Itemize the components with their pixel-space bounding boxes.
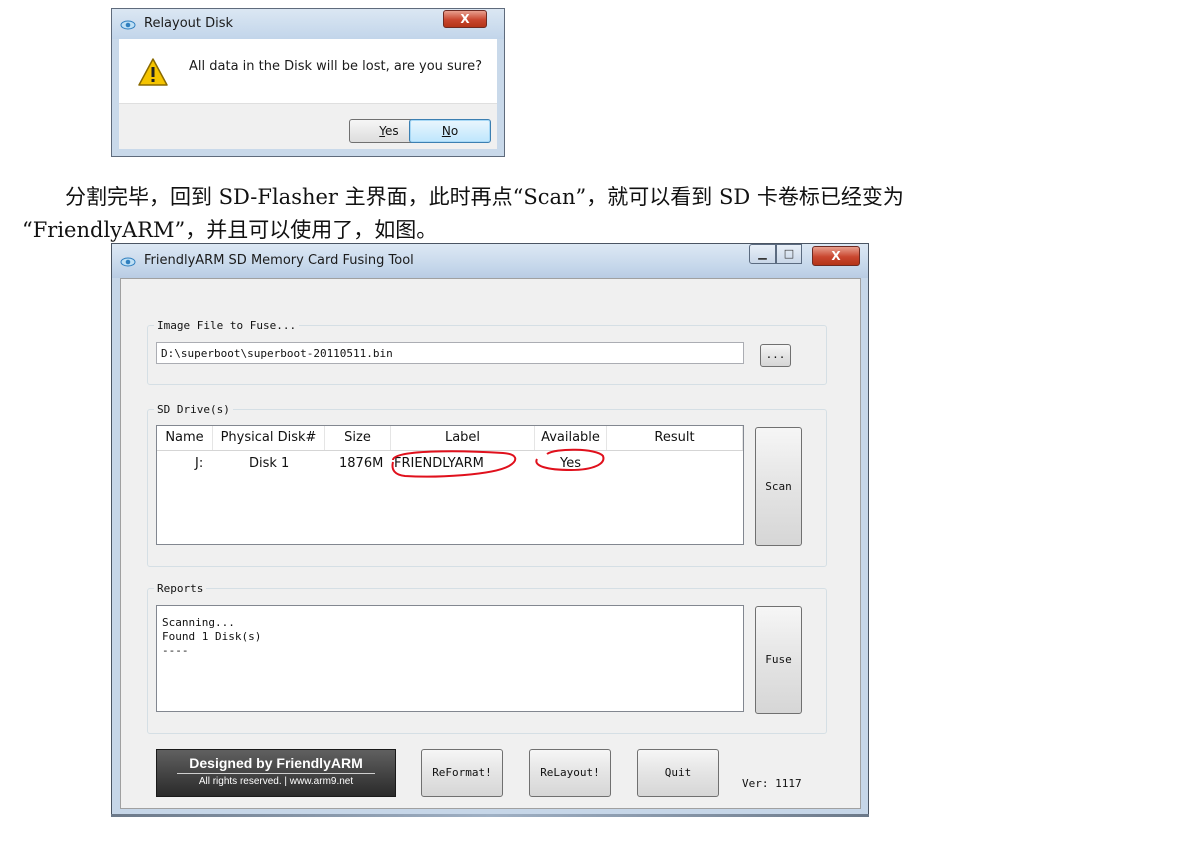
drives-list[interactable]: Name Physical Disk# Size Label Available… [156,425,744,545]
fuse-button[interactable]: Fuse [755,606,802,714]
dialog-button-bar: Yes No [119,103,497,149]
browse-button[interactable]: ... [760,344,791,367]
label-circle-mark [391,450,517,478]
window-close-button[interactable]: X [812,246,860,266]
window-client-area: Image File to Fuse... D:\superboot\super… [120,278,861,809]
warning-icon [137,57,169,87]
minimize-icon: ▁ [758,247,767,260]
quit-button[interactable]: Quit [637,749,719,797]
friendlyarm-banner-logo: Designed by FriendlyARM All rights reser… [156,749,396,797]
banner-title: Designed by FriendlyARM [189,755,363,771]
relayout-button[interactable]: ReLayout! [529,749,611,797]
image-file-legend: Image File to Fuse... [157,319,297,332]
window-shadow-strip [111,814,869,817]
reports-textbox[interactable]: Scanning... Found 1 Disk(s) ---- [156,605,744,712]
relayout-confirm-dialog: Relayout Disk X All data in the Disk wil… [111,8,505,157]
description-line-1: 分割完毕，回到 SD-Flasher 主界面，此时再点“Scan”，就可以看到 … [65,185,904,209]
eye-icon [120,17,136,33]
hand-drawn-annotation [391,448,605,478]
maximize-icon: □ [783,247,795,260]
dialog-titlebar: Relayout Disk X [112,9,504,39]
minimize-button[interactable]: ▁ [749,244,776,264]
available-circle-mark [535,448,605,472]
image-path-input[interactable]: D:\superboot\superboot-20110511.bin [156,342,744,364]
fusing-tool-window: FriendlyARM SD Memory Card Fusing Tool ▁… [111,243,869,815]
reports-legend: Reports [157,582,204,595]
banner-divider [177,773,375,774]
dialog-message: All data in the Disk will be lost, are y… [189,59,482,74]
banner-subtitle: All rights reserved. | www.arm9.net [198,776,354,787]
no-button[interactable]: No [409,119,491,143]
window-title: FriendlyARM SD Memory Card Fusing Tool [144,253,414,268]
dialog-body: All data in the Disk will be lost, are y… [119,39,497,103]
scan-button[interactable]: Scan [755,427,802,546]
dialog-title: Relayout Disk [144,16,234,31]
maximize-button[interactable]: □ [776,244,802,264]
reformat-button[interactable]: ReFormat! [421,749,503,797]
description-line-2: “FriendlyARM”，并且可以使用了，如图。 [22,218,438,242]
dialog-close-button[interactable]: X [443,10,487,28]
version-label: Ver: 1117 [742,777,802,790]
sd-drives-legend: SD Drive(s) [157,403,230,416]
eye-icon [120,254,136,270]
